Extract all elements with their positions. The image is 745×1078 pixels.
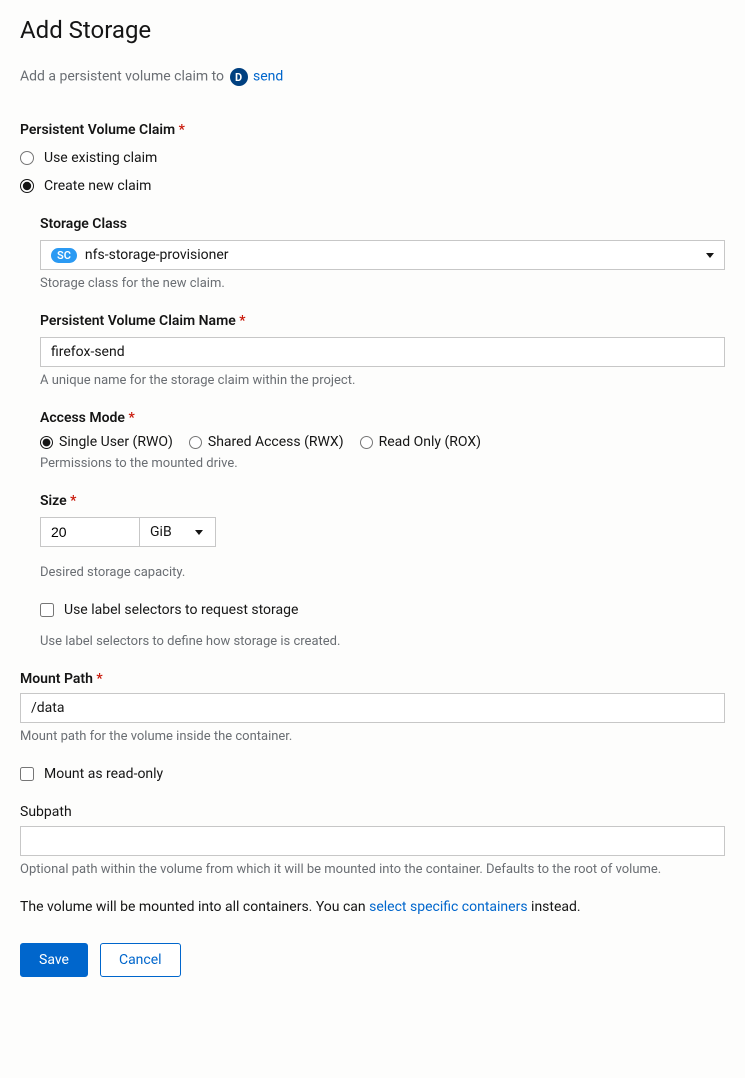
storage-class-hint: Storage class for the new claim.: [40, 276, 725, 291]
access-readonly-label: Read Only (ROX): [379, 434, 481, 450]
label-selectors-checkbox[interactable]: [40, 603, 54, 617]
pvc-name-input[interactable]: [40, 337, 725, 367]
label-selectors-label: Use label selectors to request storage: [64, 602, 298, 618]
deployment-badge-icon: D: [230, 68, 248, 86]
subpath-label: Subpath: [20, 804, 725, 820]
radio-create-claim-label: Create new claim: [44, 178, 151, 194]
page-title: Add Storage: [20, 16, 725, 44]
subpath-input[interactable]: [20, 826, 725, 856]
access-mode-hint: Permissions to the mounted drive.: [40, 456, 725, 471]
intro-prefix: Add a persistent volume claim to: [20, 69, 228, 85]
mount-path-hint: Mount path for the volume inside the con…: [20, 729, 725, 744]
access-single-label: Single User (RWO): [59, 434, 173, 450]
cancel-button[interactable]: Cancel: [100, 943, 181, 977]
label-selectors-hint: Use label selectors to define how storag…: [40, 634, 725, 649]
pvc-label: Persistent Volume Claim *: [20, 122, 725, 138]
mount-path-input[interactable]: [20, 693, 725, 723]
label-selectors-check[interactable]: Use label selectors to request storage: [40, 602, 725, 618]
access-shared[interactable]: Shared Access (RWX): [189, 434, 344, 450]
mount-readonly-check[interactable]: Mount as read-only: [20, 766, 725, 782]
size-unit-value: GiB: [150, 524, 172, 540]
pvc-name-hint: A unique name for the storage claim with…: [40, 373, 725, 388]
radio-create-claim-input[interactable]: [20, 179, 34, 193]
size-input[interactable]: [40, 517, 140, 547]
access-readonly[interactable]: Read Only (ROX): [360, 434, 481, 450]
pvc-name-label: Persistent Volume Claim Name *: [40, 313, 725, 329]
save-button[interactable]: Save: [20, 943, 88, 977]
size-label: Size *: [40, 493, 725, 509]
mount-note-prefix: The volume will be mounted into all cont…: [20, 899, 369, 915]
intro-link[interactable]: send: [253, 69, 283, 85]
access-single-input[interactable]: [40, 436, 53, 449]
radio-create-claim[interactable]: Create new claim: [20, 178, 725, 194]
storage-class-value: nfs-storage-provisioner: [85, 247, 229, 263]
intro-text: Add a persistent volume claim to D send: [20, 68, 725, 86]
select-containers-link[interactable]: select specific containers: [369, 899, 527, 915]
mount-note-suffix: instead.: [528, 899, 581, 915]
size-unit-select[interactable]: GiB: [140, 517, 216, 547]
chevron-down-icon: [706, 253, 714, 258]
access-shared-label: Shared Access (RWX): [208, 434, 344, 450]
access-shared-input[interactable]: [189, 436, 202, 449]
subpath-hint: Optional path within the volume from whi…: [20, 862, 725, 877]
radio-existing-claim-label: Use existing claim: [44, 150, 157, 166]
access-single[interactable]: Single User (RWO): [40, 434, 173, 450]
storage-class-label: Storage Class: [40, 216, 725, 232]
sc-badge-icon: SC: [51, 248, 77, 263]
mount-readonly-label: Mount as read-only: [44, 766, 163, 782]
access-mode-label: Access Mode *: [40, 410, 725, 426]
storage-class-select[interactable]: SC nfs-storage-provisioner: [40, 240, 725, 270]
radio-existing-claim-input[interactable]: [20, 151, 34, 165]
radio-existing-claim[interactable]: Use existing claim: [20, 150, 725, 166]
chevron-down-icon: [195, 530, 203, 535]
mount-readonly-checkbox[interactable]: [20, 767, 34, 781]
mount-note: The volume will be mounted into all cont…: [20, 899, 725, 915]
access-readonly-input[interactable]: [360, 436, 373, 449]
size-hint: Desired storage capacity.: [40, 565, 725, 580]
mount-path-label: Mount Path *: [20, 671, 725, 687]
